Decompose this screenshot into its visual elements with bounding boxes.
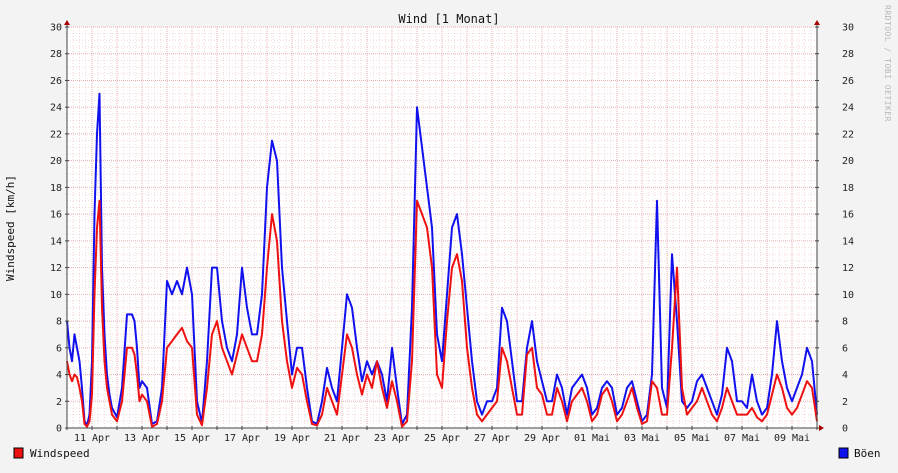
y-tick-label-right: 20 <box>842 156 854 167</box>
x-tick-label: 03 Mai <box>624 433 660 444</box>
y-tick-label-right: 4 <box>842 370 848 381</box>
y-tick-label-right: 12 <box>842 263 854 274</box>
y-tick-label-right: 22 <box>842 129 854 140</box>
x-tick-label: 27 Apr <box>474 433 510 444</box>
y-tick-label: 22 <box>50 129 62 140</box>
x-tick-label: 09 Mai <box>774 433 810 444</box>
wind-chart: 0 0 2 2 4 4 6 6 8 8 10 10 12 12 14 14 16 16 18 18 20 20 22 22 24… <box>0 0 898 468</box>
x-tick-label: 23 Apr <box>374 433 410 444</box>
y-tick-label: 28 <box>50 49 62 60</box>
y-tick-label: 30 <box>50 23 62 34</box>
x-tick-label: 11 Apr <box>74 433 110 444</box>
x-tick-label: 21 Apr <box>324 433 360 444</box>
x-tick-label: 07 Mai <box>724 433 760 444</box>
y-tick-label-right: 28 <box>842 49 854 60</box>
legend-label-windspeed: Windspeed <box>30 447 90 460</box>
y-tick-label-right: 10 <box>842 290 854 301</box>
y-tick-label: 4 <box>56 370 62 381</box>
x-tick-label: 25 Apr <box>424 433 460 444</box>
chart-canvas: 0 02 24 46 68 810 1012 1214 1416 1618 1820 2022 2224… <box>0 0 898 468</box>
y-tick-label-right: 6 <box>842 343 848 354</box>
y-tick-label: 18 <box>50 183 62 194</box>
y-tick-label: 2 <box>56 397 62 408</box>
y-tick-label: 26 <box>50 76 62 87</box>
legend-swatch-windspeed <box>13 447 24 459</box>
y-tick-label-right: 0 <box>842 424 848 435</box>
y-tick-label: 12 <box>50 263 62 274</box>
legend-label-gusts: Böen <box>854 447 881 460</box>
y-tick-label-right: 26 <box>842 76 854 87</box>
y-tick-label: 16 <box>50 210 62 221</box>
x-tick-label: 17 Apr <box>224 433 260 444</box>
x-tick-label: 15 Apr <box>174 433 210 444</box>
y-tick-label: 6 <box>56 343 62 354</box>
x-tick-label: 19 Apr <box>274 433 310 444</box>
chart-title: Wind [1 Monat] <box>398 12 499 26</box>
legend-swatch-gusts <box>838 447 849 459</box>
x-tick-label: 13 Apr <box>124 433 160 444</box>
y-tick-label-right: 14 <box>842 236 854 247</box>
y-tick-label: 0 <box>56 424 62 435</box>
legend-gusts: Böen <box>838 447 881 460</box>
x-tick-label: 05 Mai <box>674 433 710 444</box>
y-tick-label-right: 16 <box>842 210 854 221</box>
watermark: RRDTOOL / TOBI OETIKER <box>883 5 892 122</box>
y-tick-label-right: 8 <box>842 317 848 328</box>
y-tick-label-right: 18 <box>842 183 854 194</box>
y-tick-label-right: 24 <box>842 103 854 114</box>
y-tick-label: 8 <box>56 317 62 328</box>
y-tick-label-right: 30 <box>842 23 854 34</box>
y-tick-label: 20 <box>50 156 62 167</box>
y-tick-label: 24 <box>50 103 62 114</box>
y-axis-label: Windspeed [km/h] <box>4 175 17 281</box>
y-tick-label: 10 <box>50 290 62 301</box>
x-tick-label: 29 Apr <box>524 433 560 444</box>
x-tick-label: 01 Mai <box>574 433 610 444</box>
y-tick-label: 14 <box>50 236 62 247</box>
y-tick-label-right: 2 <box>842 397 848 408</box>
